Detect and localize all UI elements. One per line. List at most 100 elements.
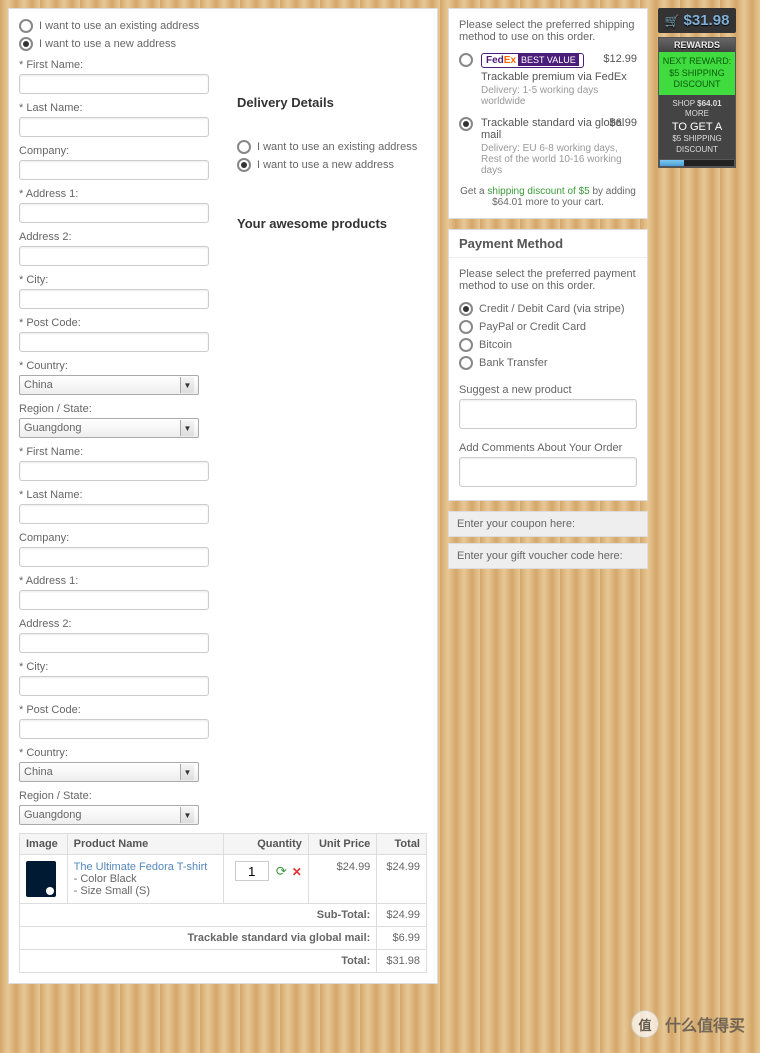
radio-icon — [237, 158, 251, 172]
payment-bitcoin-radio[interactable]: Bitcoin — [459, 338, 637, 352]
col-total: Total — [377, 834, 427, 855]
city-label: * City: — [19, 274, 227, 286]
billing-city-input[interactable] — [19, 289, 209, 309]
delivery-city-input[interactable] — [19, 676, 209, 696]
billing-existing-radio[interactable]: I want to use an existing address — [19, 19, 227, 33]
delivery-address1-input[interactable] — [19, 590, 209, 610]
radio-icon — [459, 302, 473, 316]
refresh-icon[interactable]: ⟳ — [276, 864, 287, 879]
delivery-region-select[interactable]: Guangdong ▼ — [19, 805, 199, 825]
address1-label: * Address 1: — [19, 188, 227, 200]
radio-icon — [19, 37, 33, 51]
cart-total-widget[interactable]: 🛒 $31.98 — [658, 8, 736, 33]
product-name: The Ultimate Fedora T-shirt — [74, 861, 217, 873]
watermark-text: 什么值得买 — [665, 1012, 745, 1036]
company-label: Company: — [19, 532, 427, 544]
region-label: Region / State: — [19, 790, 427, 802]
radio-icon — [459, 338, 473, 352]
shipping-instruction: Please select the preferred shipping met… — [459, 19, 637, 43]
delivery-new-radio[interactable]: I want to use a new address — [237, 158, 427, 172]
shipping-global-option[interactable]: Trackable standard via global mail Deliv… — [459, 117, 637, 176]
billing-region-select[interactable]: Guangdong ▼ — [19, 418, 199, 438]
radio-label: Bitcoin — [479, 339, 512, 351]
radio-label: PayPal or Credit Card — [479, 321, 586, 333]
coupon-toggle[interactable]: Enter your coupon here: — [448, 511, 648, 537]
ship-price: $6.99 — [609, 117, 637, 129]
radio-icon — [459, 53, 473, 67]
total-value: $31.98 — [377, 950, 427, 973]
rewards-shop: SHOP $64.01 MORE TO GET A $5 SHIPPING DI… — [659, 95, 735, 159]
product-option: - Color Black — [74, 873, 217, 885]
product-thumb — [26, 861, 56, 897]
billing-country-select[interactable]: China ▼ — [19, 375, 199, 395]
billing-company-input[interactable] — [19, 160, 209, 180]
suggest-textarea[interactable] — [459, 399, 637, 429]
rewards-heading: REWARDS — [659, 38, 735, 52]
voucher-toggle[interactable]: Enter your gift voucher code here: — [448, 543, 648, 569]
chevron-down-icon: ▼ — [180, 807, 194, 823]
shipping-panel: Please select the preferred shipping met… — [448, 8, 648, 219]
cart-table: Image Product Name Quantity Unit Price T… — [19, 833, 427, 973]
delivery-company-input[interactable] — [19, 547, 209, 567]
chevron-down-icon: ▼ — [180, 420, 194, 436]
col-unit: Unit Price — [308, 834, 376, 855]
first-name-label: * First Name: — [19, 446, 427, 458]
radio-icon — [19, 19, 33, 33]
ship-price: $12.99 — [603, 53, 637, 65]
fedex-badge: FedExBEST VALUE — [481, 53, 584, 68]
last-name-label: * Last Name: — [19, 489, 427, 501]
radio-icon — [459, 356, 473, 370]
billing-postcode-input[interactable] — [19, 332, 209, 352]
billing-form: I want to use an existing address I want… — [19, 19, 227, 438]
col-qty: Quantity — [223, 834, 308, 855]
ship-sub: Delivery: 1-5 working days worldwide — [481, 85, 637, 107]
ship-total-value: $6.99 — [377, 927, 427, 950]
delivery-address2-input[interactable] — [19, 633, 209, 653]
ship-sub: Delivery: EU 6-8 working days, Rest of t… — [481, 143, 637, 176]
postcode-label: * Post Code: — [19, 704, 427, 716]
first-name-label: * First Name: — [19, 59, 227, 71]
delivery-last-name-input[interactable] — [19, 504, 209, 524]
chevron-down-icon: ▼ — [180, 764, 194, 780]
ship-total-label: Trackable standard via global mail: — [188, 932, 371, 944]
comments-textarea[interactable] — [459, 457, 637, 487]
billing-address2-input[interactable] — [19, 246, 209, 266]
product-option: - Size Small (S) — [74, 885, 217, 897]
billing-last-name-input[interactable] — [19, 117, 209, 137]
delivery-existing-radio[interactable]: I want to use an existing address — [237, 140, 427, 154]
checkout-form-panel: I want to use an existing address I want… — [8, 8, 438, 984]
payment-paypal-radio[interactable]: PayPal or Credit Card — [459, 320, 637, 334]
select-value: China — [24, 766, 53, 778]
col-image: Image — [20, 834, 68, 855]
suggest-label: Suggest a new product — [459, 384, 637, 396]
last-name-label: * Last Name: — [19, 102, 227, 114]
radio-label: I want to use an existing address — [39, 20, 199, 32]
table-row: The Ultimate Fedora T-shirt - Color Blac… — [20, 855, 427, 904]
billing-first-name-input[interactable] — [19, 74, 209, 94]
cart-total: $31.98 — [684, 12, 730, 29]
qty-input[interactable] — [235, 861, 269, 881]
radio-icon — [237, 140, 251, 154]
payment-bank-radio[interactable]: Bank Transfer — [459, 356, 637, 370]
shipping-fedex-option[interactable]: FedExBEST VALUE Trackable premium via Fe… — [459, 53, 637, 107]
billing-new-radio[interactable]: I want to use a new address — [19, 37, 227, 51]
delivery-form: Delivery Details I want to use an existi… — [227, 19, 427, 438]
radio-label: I want to use an existing address — [257, 141, 417, 153]
select-value: Guangdong — [24, 809, 82, 821]
radio-label: I want to use a new address — [257, 159, 394, 171]
billing-address1-input[interactable] — [19, 203, 209, 223]
payment-heading: Payment Method — [449, 230, 647, 258]
country-label: * Country: — [19, 747, 427, 759]
remove-icon[interactable]: ✕ — [292, 865, 302, 879]
country-label: * Country: — [19, 360, 227, 372]
line-total: $24.99 — [377, 855, 427, 904]
rewards-next: NEXT REWARD: $5 SHIPPING DISCOUNT — [659, 52, 735, 95]
delivery-first-name-input[interactable] — [19, 461, 209, 481]
payment-card-radio[interactable]: Credit / Debit Card (via stripe) — [459, 302, 637, 316]
delivery-country-select[interactable]: China ▼ — [19, 762, 199, 782]
payment-panel: Payment Method Please select the preferr… — [448, 229, 648, 501]
subtotal-label: Sub-Total: — [317, 909, 371, 921]
products-heading: Your awesome products — [237, 216, 427, 231]
radio-icon — [459, 117, 473, 131]
delivery-postcode-input[interactable] — [19, 719, 209, 739]
